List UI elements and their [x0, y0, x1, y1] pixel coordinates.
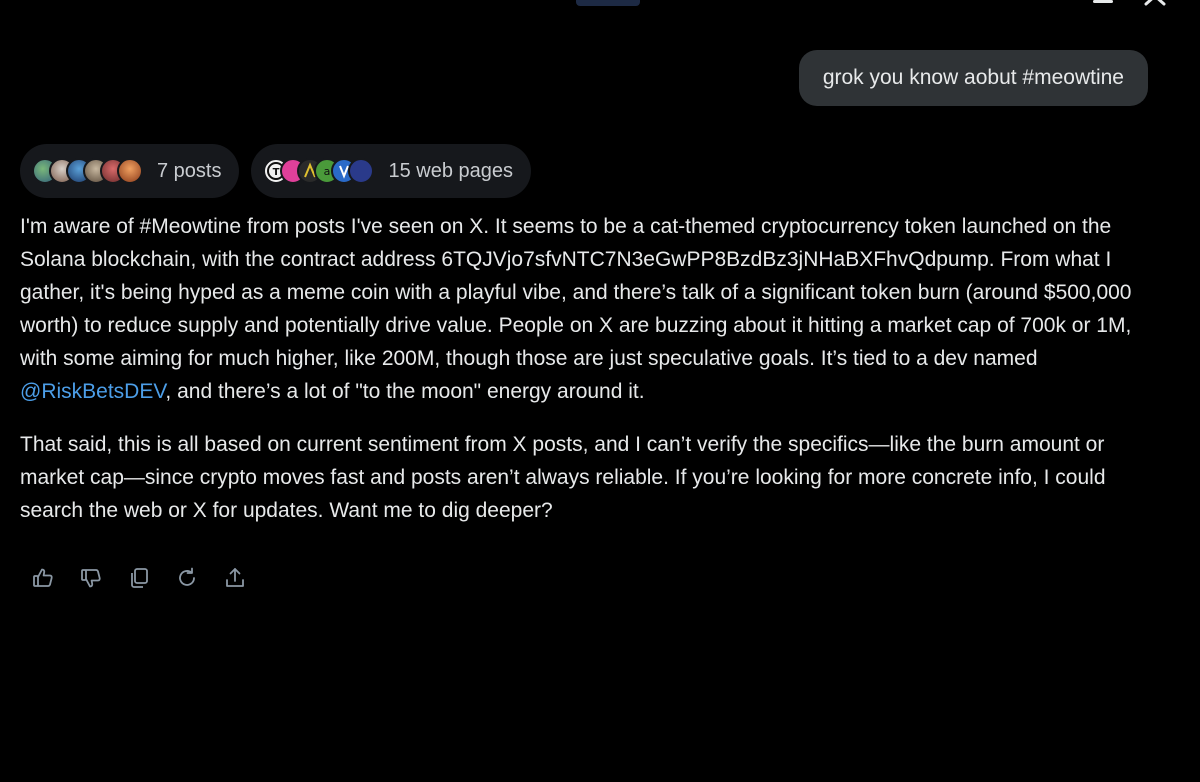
response-paragraph: I'm aware of #Meowtine from posts I've s…: [20, 210, 1160, 408]
copy-icon: [131, 568, 148, 588]
web-sources-button[interactable]: T a 15 web pages: [251, 144, 532, 198]
sources-row: 7 posts T a 15 web pages: [20, 144, 532, 198]
close-icon[interactable]: [1142, 0, 1168, 6]
response-text: , and there’s a lot of "to the moon" ene…: [165, 380, 645, 403]
response-actions: [30, 565, 248, 591]
avatar: [117, 158, 143, 184]
posts-sources-button[interactable]: 7 posts: [20, 144, 240, 198]
response-paragraph: That said, this is all based on current …: [20, 433, 1106, 522]
chat-page: grok you know aobut #meowtine 7 posts T: [0, 0, 1200, 782]
user-message-text: grok you know aobut #meowtine: [822, 66, 1124, 89]
menu-icon[interactable]: [1090, 0, 1116, 6]
response-text: I'm aware of #Meowtine from posts I've s…: [20, 215, 1132, 370]
regenerate-icon: [179, 567, 195, 586]
posts-count-label: 7 posts: [157, 159, 222, 182]
top-tab-indicator[interactable]: [576, 0, 640, 6]
thumbs-down-icon: [81, 569, 101, 588]
assistant-response: I'm aware of #Meowtine from posts I've s…: [20, 210, 1160, 547]
web-favicons: T a: [263, 158, 375, 184]
svg-text:a: a: [324, 165, 331, 178]
dislike-button[interactable]: [78, 565, 104, 591]
like-button[interactable]: [30, 565, 56, 591]
mention-link[interactable]: @RiskBetsDEV: [20, 380, 165, 403]
share-icon: [226, 568, 244, 587]
regenerate-button[interactable]: [174, 565, 200, 591]
copy-button[interactable]: [126, 565, 152, 591]
share-button[interactable]: [222, 565, 248, 591]
web-pages-count-label: 15 web pages: [388, 159, 514, 182]
svg-text:T: T: [273, 167, 280, 178]
favicon: [348, 158, 375, 184]
user-message-bubble: grok you know aobut #meowtine: [798, 50, 1148, 106]
post-avatars: [32, 158, 143, 184]
thumbs-up-icon: [33, 568, 53, 587]
